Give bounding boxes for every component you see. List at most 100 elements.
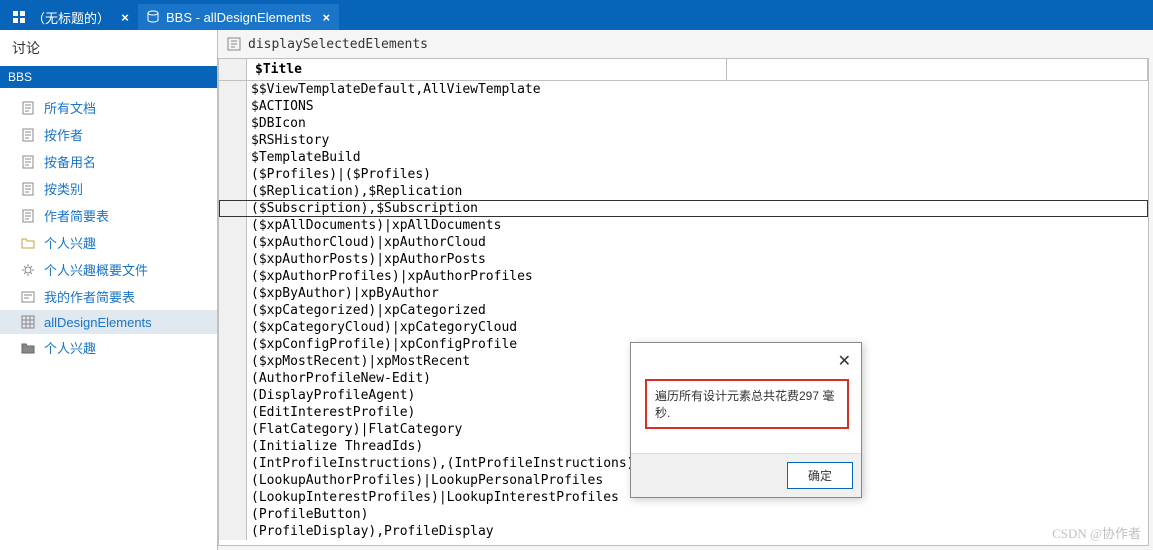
sidebar-title: 讨论 xyxy=(0,30,217,66)
row-cell: (LookupAuthorProfiles)|LookupPersonalPro… xyxy=(247,472,607,489)
row-cell: (AuthorProfileNew-Edit) xyxy=(247,370,435,387)
sidebar-item-7[interactable]: 我的作者简要表 xyxy=(0,283,217,310)
table-row[interactable]: ($xpCategoryCloud)|xpCategoryCloud xyxy=(219,319,1148,336)
tab-bbs-design[interactable]: BBS - allDesignElements × xyxy=(138,4,339,30)
row-cell: ($xpCategorized)|xpCategorized xyxy=(247,302,490,319)
table-row[interactable]: $DBIcon xyxy=(219,115,1148,132)
row-cell: ($xpAllDocuments)|xpAllDocuments xyxy=(247,217,505,234)
sidebar-item-label: 作者简要表 xyxy=(44,206,109,225)
row-gutter xyxy=(219,200,247,217)
row-cell: ($xpAuthorCloud)|xpAuthorCloud xyxy=(247,234,490,251)
table-row[interactable]: ($Profiles)|($Profiles) xyxy=(219,166,1148,183)
toolbar-label: displaySelectedElements xyxy=(248,37,428,52)
dialog-message: 遍历所有设计元素总共花费297 毫秒. xyxy=(645,379,849,429)
row-gutter xyxy=(219,183,247,200)
row-gutter xyxy=(219,438,247,455)
sidebar-item-0[interactable]: 所有文档 xyxy=(0,94,217,121)
table-row[interactable]: ($Replication),$Replication xyxy=(219,183,1148,200)
row-gutter xyxy=(219,268,247,285)
row-gutter xyxy=(219,523,247,540)
table-row[interactable]: $$ViewTemplateDefault,AllViewTemplate xyxy=(219,81,1148,98)
row-gutter xyxy=(219,336,247,353)
db-icon xyxy=(146,10,160,24)
row-cell: (DisplayProfileAgent) xyxy=(247,387,419,404)
row-gutter xyxy=(219,115,247,132)
sidebar-item-2[interactable]: 按备用名 xyxy=(0,148,217,175)
row-gutter xyxy=(219,149,247,166)
row-cell: $TemplateBuild xyxy=(247,149,365,166)
sidebar-item-9[interactable]: 个人兴趣 xyxy=(0,334,217,361)
row-gutter xyxy=(219,166,247,183)
row-gutter xyxy=(219,455,247,472)
table-row[interactable]: $ACTIONS xyxy=(219,98,1148,115)
sidebar-item-label: 个人兴趣 xyxy=(44,233,96,252)
tab-label: （无标题的） xyxy=(32,8,110,27)
table-row[interactable]: ($Subscription),$Subscription xyxy=(219,200,1148,217)
row-gutter xyxy=(219,370,247,387)
row-cell: (ProfileButton) xyxy=(247,506,372,523)
row-gutter xyxy=(219,319,247,336)
grid-header-title[interactable]: $Title xyxy=(247,59,727,80)
row-gutter xyxy=(219,251,247,268)
row-cell: (ProfileDisplay),ProfileDisplay xyxy=(247,523,498,540)
sidebar-item-8[interactable]: allDesignElements xyxy=(0,310,217,334)
sidebar-item-1[interactable]: 按作者 xyxy=(0,121,217,148)
row-gutter xyxy=(219,387,247,404)
table-row[interactable]: $RSHistory xyxy=(219,132,1148,149)
row-cell: ($Replication),$Replication xyxy=(247,183,466,200)
row-cell: (LookupInterestProfiles)|LookupInterestP… xyxy=(247,489,623,506)
link-icon xyxy=(20,289,36,305)
grid-icon xyxy=(12,10,26,24)
sidebar-item-label: 个人兴趣 xyxy=(44,338,96,357)
table-row[interactable]: ($xpAuthorCloud)|xpAuthorCloud xyxy=(219,234,1148,251)
row-cell: ($xpCategoryCloud)|xpCategoryCloud xyxy=(247,319,521,336)
grid-header-gutter[interactable] xyxy=(219,59,247,80)
row-cell: ($xpConfigProfile)|xpConfigProfile xyxy=(247,336,521,353)
doc-icon xyxy=(20,181,36,197)
row-gutter xyxy=(219,472,247,489)
grid-header: $Title xyxy=(219,59,1148,81)
sidebar-item-label: 我的作者简要表 xyxy=(44,287,135,306)
table-row[interactable]: (ProfileDisplay),ProfileDisplay xyxy=(219,523,1148,540)
row-cell: $DBIcon xyxy=(247,115,310,132)
row-gutter xyxy=(219,404,247,421)
row-gutter xyxy=(219,132,247,149)
action-icon xyxy=(226,36,242,52)
row-cell: $ACTIONS xyxy=(247,98,318,115)
row-cell: ($xpAuthorProfiles)|xpAuthorProfiles xyxy=(247,268,537,285)
row-cell: (IntProfileInstructions),(IntProfileInst… xyxy=(247,455,639,472)
row-gutter xyxy=(219,489,247,506)
sidebar-item-6[interactable]: 个人兴趣概要文件 xyxy=(0,256,217,283)
row-cell: ($xpMostRecent)|xpMostRecent xyxy=(247,353,474,370)
table-row[interactable]: (ProfileButton) xyxy=(219,506,1148,523)
table-row[interactable]: ($xpByAuthor)|xpByAuthor xyxy=(219,285,1148,302)
doc-icon xyxy=(20,127,36,143)
sidebar-item-label: 按备用名 xyxy=(44,152,96,171)
close-icon[interactable]: ✕ xyxy=(838,351,851,371)
close-icon[interactable]: × xyxy=(321,12,331,22)
sidebar-group[interactable]: BBS xyxy=(0,66,217,88)
sidebar: 讨论 BBS 所有文档按作者按备用名按类别作者简要表个人兴趣个人兴趣概要文件我的… xyxy=(0,30,218,550)
watermark: CSDN @协作者 xyxy=(1052,523,1141,542)
table-row[interactable]: $TemplateBuild xyxy=(219,149,1148,166)
table-row[interactable]: ($xpCategorized)|xpCategorized xyxy=(219,302,1148,319)
sidebar-item-3[interactable]: 按类别 xyxy=(0,175,217,202)
table-row[interactable]: ($xpAuthorProfiles)|xpAuthorProfiles xyxy=(219,268,1148,285)
tab-label: BBS - allDesignElements xyxy=(166,10,311,25)
content-toolbar: displaySelectedElements xyxy=(218,30,1153,58)
sidebar-item-5[interactable]: 个人兴趣 xyxy=(0,229,217,256)
sidebar-item-label: 按类别 xyxy=(44,179,83,198)
tab-untitled[interactable]: （无标题的） × xyxy=(4,4,138,30)
message-dialog: ✕ 遍历所有设计元素总共花费297 毫秒. 确定 xyxy=(630,342,862,498)
row-cell: ($Subscription),$Subscription xyxy=(247,200,482,217)
row-cell: ($Profiles)|($Profiles) xyxy=(247,166,435,183)
table-row[interactable]: ($xpAuthorPosts)|xpAuthorPosts xyxy=(219,251,1148,268)
table-row[interactable]: ($xpAllDocuments)|xpAllDocuments xyxy=(219,217,1148,234)
row-gutter xyxy=(219,506,247,523)
ok-button[interactable]: 确定 xyxy=(787,462,853,489)
close-icon[interactable]: × xyxy=(120,12,130,22)
grid-header-empty[interactable] xyxy=(727,59,1148,80)
row-cell: $$ViewTemplateDefault,AllViewTemplate xyxy=(247,81,545,98)
grid-icon xyxy=(20,314,36,330)
sidebar-item-4[interactable]: 作者简要表 xyxy=(0,202,217,229)
